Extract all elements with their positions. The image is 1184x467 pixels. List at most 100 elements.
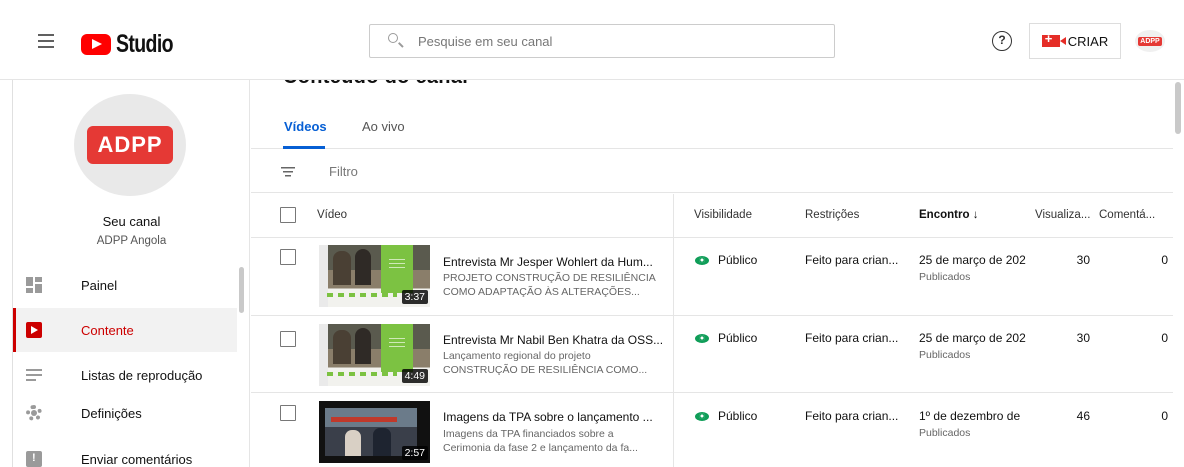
sidebar-item-label: Enviar comentários [81,451,193,467]
filter-icon[interactable] [281,166,295,178]
video-description: PROJETO CONSTRUÇÃO DE RESILIÊNCIA [443,272,656,284]
row-divider [251,315,1173,316]
visibility-label: Público [718,409,758,423]
video-thumbnail[interactable]: 4:49 [319,324,430,386]
search-placeholder: Pesquise em seu canal [418,33,553,49]
settings-icon [26,405,42,421]
date-label: 1º de dezembro de [919,409,1021,423]
channel-avatar[interactable]: ADPP [74,94,186,196]
logo-text: Studio [116,30,174,58]
video-description: CONSTRUÇÃO DE RESILIÊNCIA COMO... [443,364,648,376]
thumbnail-figure [373,428,391,456]
video-description: Cerimonia da fase 2 e lançamento da fa..… [443,442,638,454]
restriction-label: Feito para crian... [805,331,899,345]
thumbnail-graphic [381,245,413,293]
thumbnail-graphic [331,417,397,422]
eye-icon [695,333,709,343]
restriction-label: Feito para crian... [805,253,899,267]
feedback-icon [26,451,42,467]
thumbnail-figure [345,430,361,456]
column-header-date[interactable]: Encontro ↓ [919,209,978,221]
column-header-comments[interactable]: Comentá... [1099,209,1155,221]
restriction-label: Feito para crian... [805,409,899,423]
create-label: CRIAR [1067,33,1109,49]
visibility-label: Público [718,253,758,267]
video-thumbnail[interactable]: 3:37 [319,245,430,307]
video-camera-add-icon [1041,31,1066,47]
sidebar-item-content[interactable]: Contente [13,308,237,352]
row-checkbox[interactable] [280,331,296,347]
sidebar-item-dashboard[interactable]: Painel [13,263,237,307]
channel-logo-text: ADPP [87,126,173,164]
video-title[interactable]: Imagens da TPA sobre o lançamento ... [443,410,653,424]
studio-logo[interactable]: Studio [81,30,189,59]
video-duration: 2:57 [401,446,428,460]
row-checkbox[interactable] [280,405,296,421]
publish-status: Publicados [919,271,971,283]
column-header-views[interactable]: Visualiza... [1035,209,1090,221]
avatar-text: ADPP [1138,36,1162,46]
your-channel-label: Seu canal [102,214,161,229]
sidebar-item-label: Listas de reprodução [81,367,203,383]
column-header-date-label: Encontro [919,209,970,221]
video-title[interactable]: Entrevista Mr Nabil Ben Khatra da OSS... [443,333,663,347]
column-divider [673,194,674,467]
sidebar-item-label: Definições [81,405,142,421]
sidebar-scrollbar[interactable] [239,267,244,313]
column-header-video: Vídeo [317,209,348,221]
comment-count: 0 [1161,331,1168,345]
view-count: 30 [1076,331,1090,345]
content-tabs: Vídeos Ao vivo [251,105,1173,149]
thumbnail-figure [333,330,351,364]
column-header-visibility[interactable]: Visibilidade [694,209,752,221]
visibility-label: Público [718,331,758,345]
video-duration: 3:37 [401,290,428,304]
date-label: 25 de março de 202 [919,331,1026,345]
sidebar-item-label: Contente [81,322,134,338]
visibility-dropdown[interactable]: Público [695,253,757,267]
sidebar-item-feedback[interactable]: Enviar comentários [13,437,237,467]
help-icon[interactable]: ? [992,31,1012,51]
top-app-bar: Studio Pesquise em seu canal ? CRIAR ADP… [0,0,1184,80]
thumbnail-figure [333,251,351,285]
thumbnail-graphic [381,324,413,372]
playlist-icon [26,367,42,383]
video-description: COMO ADAPTAÇÃO ÀS ALTERAÇÕES... [443,286,640,298]
account-avatar[interactable]: ADPP [1135,30,1165,52]
view-count: 30 [1076,253,1090,267]
visibility-dropdown[interactable]: Público [695,331,757,345]
scrollbar-thumb[interactable] [1175,82,1181,134]
search-input[interactable]: Pesquise em seu canal [369,24,835,58]
row-checkbox[interactable] [280,249,296,265]
filter-bar[interactable]: Filtro [251,150,1173,193]
filter-input[interactable]: Filtro [329,164,358,179]
publish-status: Publicados [919,349,971,361]
video-title[interactable]: Entrevista Mr Jesper Wohlert da Hum... [443,255,653,269]
thumbnail-figure [355,249,371,285]
thumbnail-figure [355,328,371,364]
tab-live[interactable]: Ao vivo [362,119,405,134]
create-button[interactable]: CRIAR [1029,23,1121,59]
sidebar: ADPP Seu canal ADPP Angola Painel Conten… [13,80,250,467]
video-thumbnail[interactable]: 2:57 [319,401,430,463]
column-header-restrictions[interactable]: Restrições [805,209,859,221]
date-label: 25 de março de 202 [919,253,1026,267]
youtube-play-icon [81,34,111,55]
eye-icon [695,411,709,421]
comment-count: 0 [1161,253,1168,267]
video-duration: 4:49 [401,369,428,383]
sidebar-item-settings[interactable]: Definições [13,391,237,435]
row-divider [251,237,1173,238]
content-icon [26,322,42,338]
menu-icon[interactable] [38,34,54,48]
visibility-dropdown[interactable]: Público [695,409,757,423]
thumbnail-graphic [327,293,397,297]
main-scrollbar[interactable] [1173,80,1184,467]
video-description: Imagens da TPA financiados sobre a [443,428,614,440]
select-all-checkbox[interactable] [280,207,296,223]
sidebar-item-label: Painel [81,277,118,293]
tab-videos[interactable]: Vídeos [284,119,327,134]
active-tab-indicator [283,146,325,149]
channel-name: ADPP Angola [96,235,167,247]
comment-count: 0 [1161,409,1168,423]
